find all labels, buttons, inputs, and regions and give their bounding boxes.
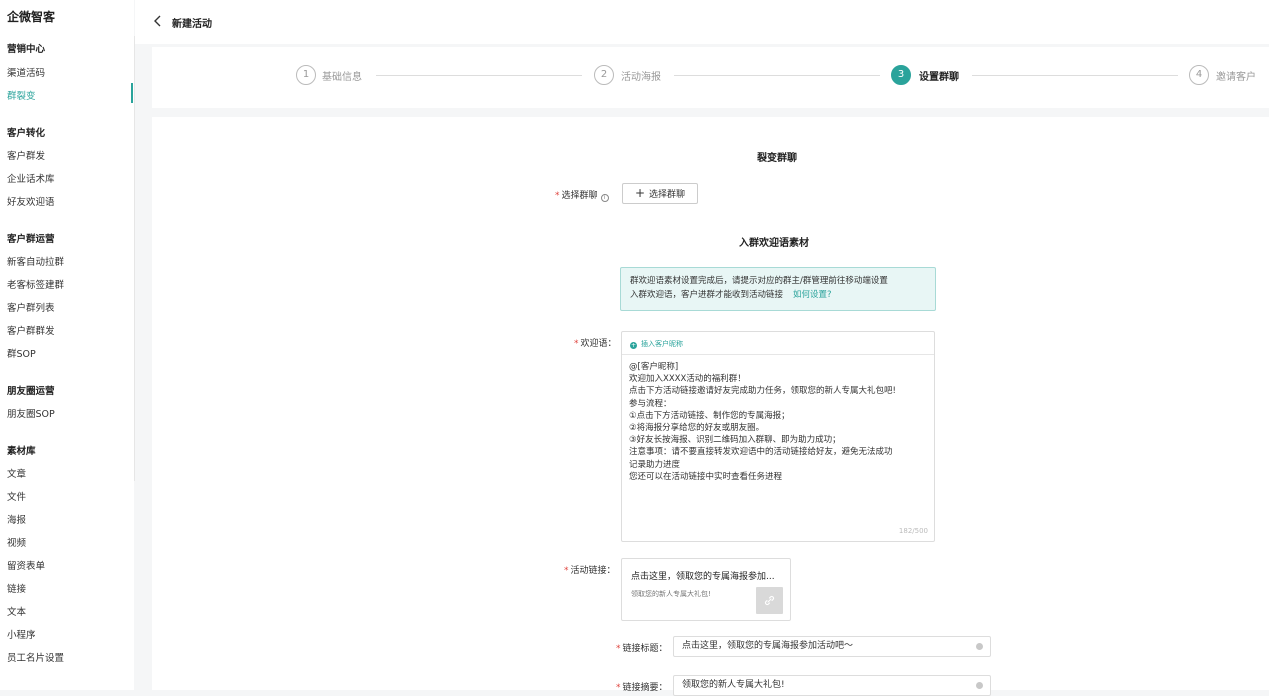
notice-text-line-2: 入群欢迎语，客户进群才能收到活动链接 xyxy=(630,290,784,300)
sidebar-item-group-list[interactable]: 客户群列表 xyxy=(7,300,55,314)
step-1-label: 基础信息 xyxy=(322,72,362,83)
form-card: 裂变群聊 * 选择群聊 i + 选择群聊 入群欢迎语素材 群欢迎语素材设置完成后，请提… xyxy=(152,117,1269,696)
sidebar-item-article[interactable]: 文章 xyxy=(7,466,26,480)
link-card-desc: 领取您的新人专属大礼包! xyxy=(631,590,711,598)
step-4-circle: 4 xyxy=(1189,65,1209,85)
info-icon[interactable]: i xyxy=(600,194,609,202)
activity-link-card[interactable]: 点击这里，领取您的专属海报参加... 领取您的新人专属大礼包! xyxy=(621,558,791,621)
welcome-label: * 欢迎语： xyxy=(574,339,617,349)
brand-logo: 企微智客 xyxy=(7,10,56,24)
select-group-button[interactable]: + 选择群聊 xyxy=(622,183,698,204)
sidebar-item-script-library[interactable]: 企业话术库 xyxy=(7,171,55,185)
sidebar-scrollbar[interactable] xyxy=(134,36,135,481)
plus-icon: + xyxy=(634,186,646,200)
chevron-left-icon[interactable] xyxy=(153,14,163,28)
sidebar-item-auto-invite[interactable]: 新客自动拉群 xyxy=(7,254,64,268)
select-group-label: * 选择群聊 i xyxy=(555,188,609,202)
sidebar-group-materials: 素材库 xyxy=(7,446,36,457)
sidebar-group-group-ops: 客户群运营 xyxy=(7,234,55,245)
sidebar-item-link[interactable]: 链接 xyxy=(7,581,26,595)
link-icon xyxy=(764,595,775,606)
sidebar-item-group-fission[interactable]: 群裂变 xyxy=(7,88,36,102)
how-to-set-link[interactable]: 如何设置? xyxy=(793,290,832,300)
sidebar-item-video[interactable]: 视频 xyxy=(7,535,26,549)
sidebar-item-tag-group[interactable]: 老客标签建群 xyxy=(7,277,64,291)
sidebar-group-moments: 朋友圈运营 xyxy=(7,386,55,397)
sidebar-item-file[interactable]: 文件 xyxy=(7,489,26,503)
section-title-fission-group: 裂变群聊 xyxy=(757,153,797,164)
sidebar: 企微智客 营销中心 渠道活码 群裂变 客户转化 客户群发 企业话术库 好友欢迎语… xyxy=(0,0,134,690)
sidebar-item-mini-program[interactable]: 小程序 xyxy=(7,627,36,641)
sidebar-group-customer-conversion: 客户转化 xyxy=(7,128,46,139)
sidebar-item-moments-sop[interactable]: 朋友圈SOP xyxy=(7,406,55,420)
activity-link-label: * 活动链接： xyxy=(564,566,616,576)
section-title-welcome-material: 入群欢迎语素材 xyxy=(739,238,809,249)
link-card-title: 点击这里，领取您的专属海报参加... xyxy=(631,572,775,582)
notice-text-line-1: 群欢迎语素材设置完成后，请提示对应的群主/群管理前往移动端设置 xyxy=(630,276,888,286)
step-divider xyxy=(674,75,880,76)
step-progress: 1 基础信息 2 活动海报 3 设置群聊 4 邀请客户 xyxy=(152,47,1269,108)
insert-nickname-button[interactable]: + 插入客户昵称 xyxy=(622,332,934,355)
sidebar-item-group-sop[interactable]: 群SOP xyxy=(7,346,36,360)
welcome-editor[interactable]: + 插入客户昵称 @[客户昵称] 欢迎加入XXXX活动的福利群！ 点击下方活动链接… xyxy=(621,331,935,542)
step-1-circle: 1 xyxy=(296,65,316,85)
sidebar-active-indicator xyxy=(131,83,133,103)
link-title-input[interactable]: 点击这里，领取您的专属海报参加活动吧～ xyxy=(673,636,991,657)
step-2-label: 活动海报 xyxy=(621,72,661,83)
link-thumbnail xyxy=(756,587,783,614)
link-desc-input[interactable]: 领取您的新人专属大礼包! xyxy=(673,675,991,696)
sidebar-item-lead-form[interactable]: 留资表单 xyxy=(7,558,45,572)
clear-icon[interactable] xyxy=(976,643,983,650)
clear-icon[interactable] xyxy=(976,682,983,689)
sidebar-item-channel-code[interactable]: 渠道活码 xyxy=(7,65,45,79)
step-3-circle: 3 xyxy=(891,65,911,85)
step-divider xyxy=(972,75,1178,76)
link-title-label: * 链接标题： xyxy=(616,644,668,654)
sidebar-item-staff-card[interactable]: 员工名片设置 xyxy=(7,650,64,664)
notice-box: 群欢迎语素材设置完成后，请提示对应的群主/群管理前往移动端设置 入群欢迎语，客户… xyxy=(620,267,936,311)
sidebar-item-text[interactable]: 文本 xyxy=(7,604,26,618)
char-count: 182/500 xyxy=(898,527,928,535)
sidebar-item-group-broadcast[interactable]: 客户群群发 xyxy=(7,323,55,337)
page-title: 新建活动 xyxy=(172,19,212,30)
sidebar-item-customer-broadcast[interactable]: 客户群发 xyxy=(7,148,45,162)
welcome-textarea[interactable]: @[客户昵称] 欢迎加入XXXX活动的福利群！ 点击下方活动链接邀请好友完成助力… xyxy=(622,355,934,483)
sidebar-item-poster[interactable]: 海报 xyxy=(7,512,26,526)
step-3-label: 设置群聊 xyxy=(919,72,959,83)
page-header: 新建活动 xyxy=(135,0,1269,44)
step-divider xyxy=(376,75,582,76)
link-desc-label: * 链接摘要： xyxy=(616,683,668,693)
sidebar-group-marketing: 营销中心 xyxy=(7,44,46,55)
step-4-label: 邀请客户 xyxy=(1216,72,1256,83)
step-2-circle: 2 xyxy=(594,65,614,85)
sidebar-item-friend-welcome[interactable]: 好友欢迎语 xyxy=(7,194,55,208)
plus-circle-icon: + xyxy=(630,342,637,349)
